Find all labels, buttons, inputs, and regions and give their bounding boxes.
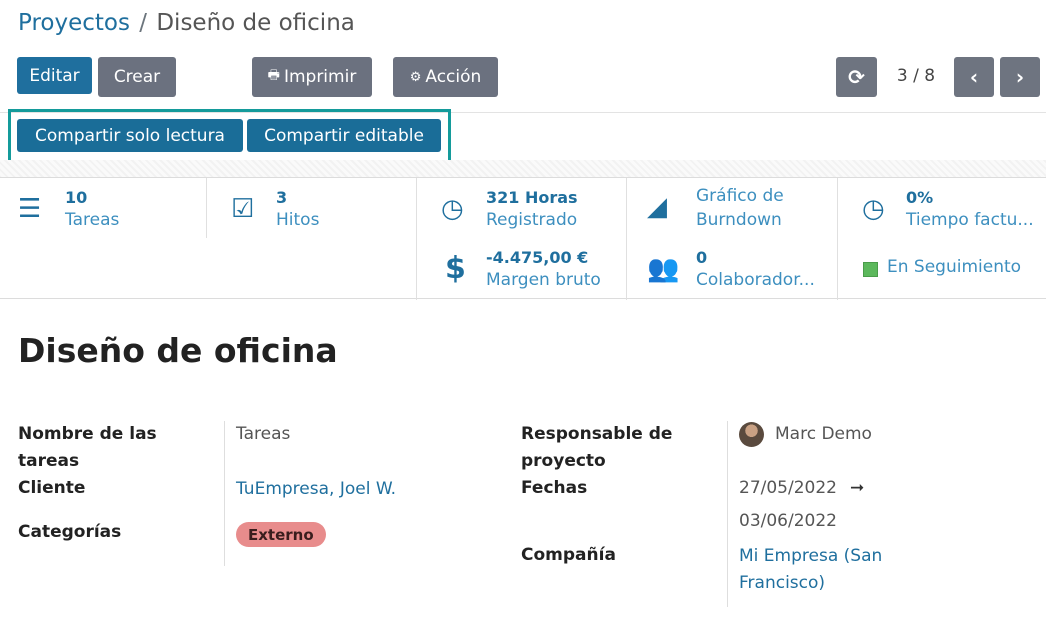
clock-icon: ◷ [862,194,885,224]
stat-burndown[interactable]: ◢ Gráfico de Burndown [627,178,837,238]
stat-hours[interactable]: ◷ 321 Horas Registrado [417,178,626,238]
chevron-left-icon: ‹ [969,65,979,89]
pager-next-button[interactable]: › [1000,57,1040,97]
stat-collaborators[interactable]: 👥 0 Colaborador... [627,238,837,300]
check-square-icon: ☑ [231,194,255,224]
manager-label-line2: proyecto [521,451,606,471]
print-label: Imprimir [283,67,357,87]
stat-hours-label: Registrado [486,210,578,230]
pager-value[interactable]: 3 / 8 [880,66,952,86]
avatar [739,422,764,447]
stat-billable-time[interactable]: ◷ 0% Tiempo factu... [838,178,1046,238]
date-start: 27/05/2022 [739,478,837,498]
manager-value[interactable]: Marc Demo [775,421,872,448]
tasks-icon: ☰ [18,194,42,224]
sheet-background [0,160,1046,178]
task-name-label: Nombre de las tareas [18,421,157,475]
task-name-value: Tareas [236,424,291,444]
tag-badge[interactable]: Externo [236,522,326,547]
manager-label-line1: Responsable de [521,424,673,444]
stat-tasks-label: Tareas [65,210,120,230]
create-button[interactable]: Crear [98,57,176,97]
breadcrumb-current: Diseño de oficina [156,10,355,36]
customer-label: Cliente [18,478,86,498]
edit-button[interactable]: Editar [17,57,92,94]
action-label: Acción [425,67,482,87]
stat-margin-value: -4.475,00 € [486,248,589,267]
stat-margin-label: Margen bruto [486,270,601,290]
stat-status[interactable]: En Seguimiento [838,238,1046,300]
dollar-icon: $ [445,251,466,286]
stat-burndown-line1: Gráfico de [696,186,784,206]
share-readonly-button[interactable]: Compartir solo lectura [17,119,243,152]
stat-tasks-value: 10 [65,188,88,207]
refresh-icon: ⟳ [848,65,865,89]
stat-collaborators-value: 0 [696,248,708,267]
stat-status-label: En Seguimiento [887,257,1022,277]
company-label: Compañía [521,545,616,565]
stat-hours-value: 321 Horas [486,188,578,207]
record-title: Diseño de oficina [18,331,338,370]
stat-tasks[interactable]: ☰ 10 Tareas [0,178,206,238]
customer-link[interactable]: TuEmpresa, Joel W. [236,476,396,503]
status-color-square [863,262,878,277]
chevron-right-icon: › [1015,65,1025,89]
manager-label: Responsable de proyecto [521,421,672,475]
breadcrumb-projects-link[interactable]: Proyectos [18,10,130,36]
tags-label: Categorías [18,522,122,542]
print-button[interactable]: 🖶 Imprimir [252,57,372,97]
stat-margin[interactable]: $ -4.475,00 € Margen bruto [417,238,626,300]
gear-icon: ⚙ [409,69,422,85]
stat-billable-label: Tiempo factu... [906,210,1034,230]
users-icon: 👥 [647,254,680,284]
task-name-label-line2: tareas [18,451,80,471]
stat-billable-value: 0% [906,188,934,207]
breadcrumb: Proyectos / Diseño de oficina [18,10,355,36]
task-name-label-line1: Nombre de las [18,424,157,444]
clock-icon: ◷ [441,194,464,224]
reload-button[interactable]: ⟳ [836,57,877,97]
stat-collaborators-label: Colaborador... [696,270,815,290]
action-button[interactable]: ⚙ Acción [393,57,498,97]
area-chart-icon: ◢ [647,192,667,222]
stat-milestones-value: 3 [276,188,288,207]
company-line1: Mi Empresa (San [739,546,883,566]
stat-burndown-line2: Burndown [696,210,782,230]
pager-previous-button[interactable]: ‹ [954,57,994,97]
company-link[interactable]: Mi Empresa (San Francisco) [739,543,882,597]
column-divider [224,421,225,566]
breadcrumb-separator: / [139,10,148,36]
column-divider [727,421,728,607]
dates-label: Fechas [521,478,588,498]
company-line2: Francisco) [739,573,826,593]
stat-buttons-panel: ☰ 10 Tareas ☑ 3 Hitos ◷ 321 Horas Regist… [0,177,1046,300]
arrow-right-icon: ➞ [850,478,865,498]
stat-milestones[interactable]: ☑ 3 Hitos [207,178,416,238]
print-icon: 🖶 [267,68,280,83]
date-end: 03/06/2022 [739,511,837,531]
stat-milestones-label: Hitos [276,210,320,230]
share-editable-button[interactable]: Compartir editable [247,119,441,152]
